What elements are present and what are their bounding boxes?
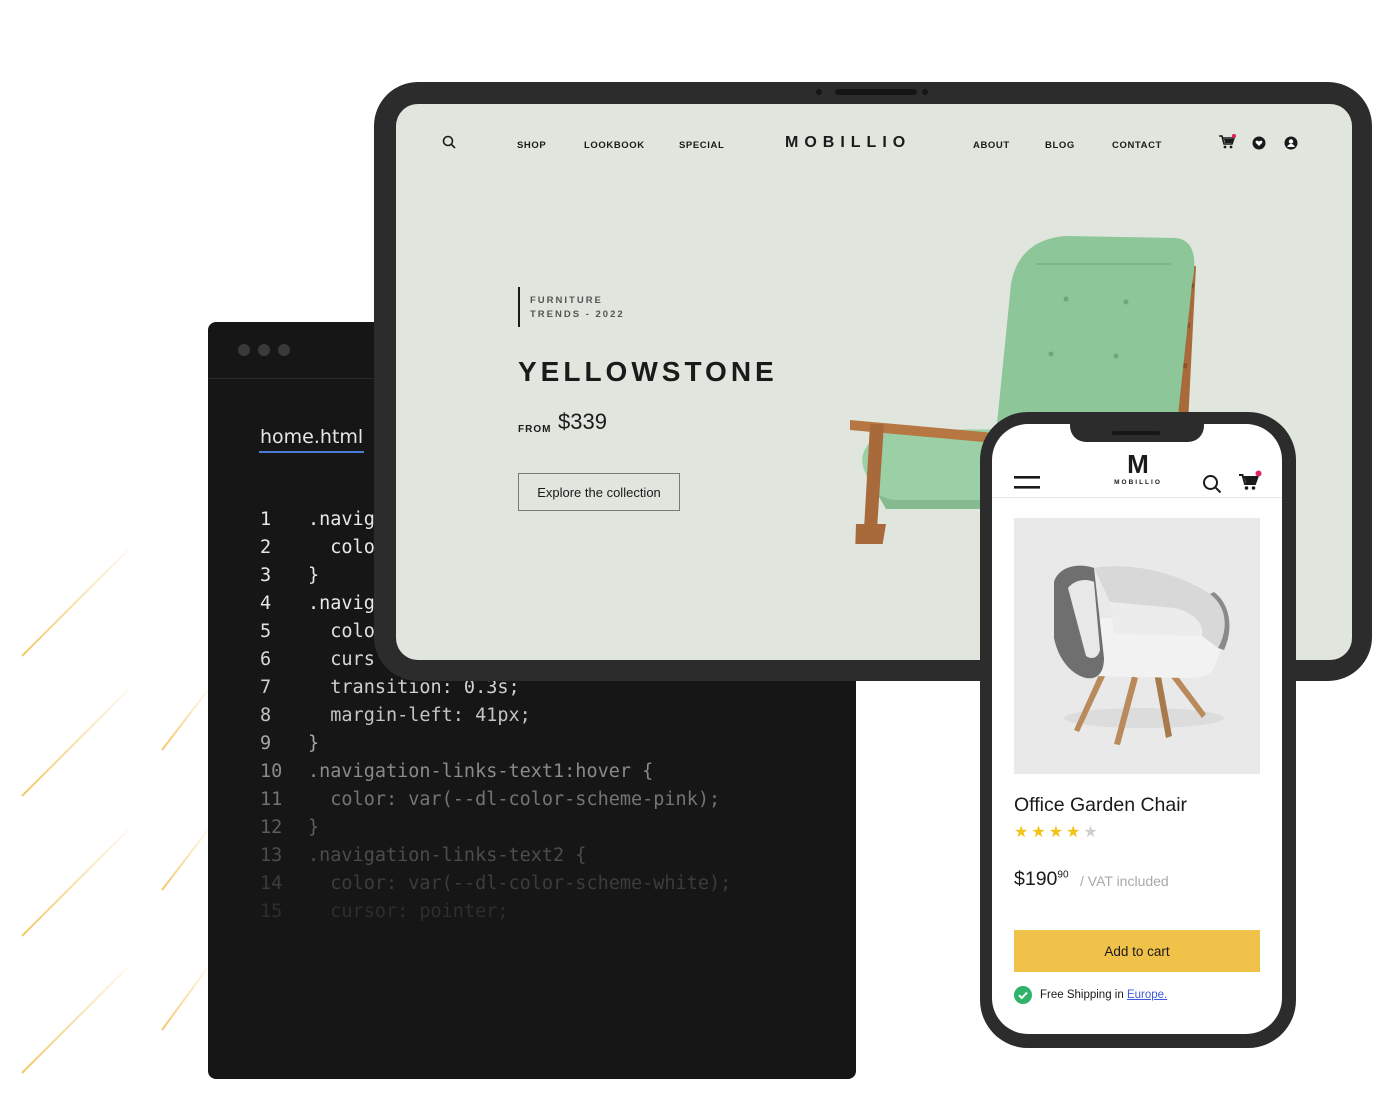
explore-collection-button[interactable]: Explore the collection (518, 473, 680, 511)
gray-armchair-image (1054, 565, 1230, 745)
product-title: Office Garden Chair (1014, 794, 1188, 816)
line-number: 10 (260, 761, 283, 782)
code-line: 9} (260, 730, 731, 758)
phone-device: M MOBILLIO Office Garden Chair ★ ★ ★ ★ ★… (980, 412, 1296, 1048)
shipping-region-link[interactable]: Europe. (1127, 989, 1167, 1001)
line-code: colo (308, 537, 375, 558)
price-cents: 90 (1057, 869, 1069, 881)
code-line: 10 .navigation-links-text1:hover { (260, 758, 731, 786)
code-line: 8 margin-left: 41px; (260, 702, 731, 730)
hero-price: $339 (558, 409, 607, 434)
line-code: cursor: pointer; (308, 901, 509, 922)
star-filled-icon: ★ (1031, 822, 1046, 841)
line-number: 9 (260, 733, 272, 754)
line-code: color: var(--dl-color-scheme-white); (308, 873, 732, 894)
line-code: } (308, 565, 320, 586)
star-filled-icon: ★ (1048, 822, 1064, 841)
star-filled-icon: ★ (1014, 822, 1029, 841)
cart-icon[interactable] (1218, 134, 1236, 150)
check-circle-icon (1014, 986, 1032, 1004)
product-rating: ★ ★ ★ ★ ★ (1014, 824, 1098, 840)
search-icon[interactable] (1202, 474, 1222, 494)
line-code: .navig (308, 593, 375, 614)
phone-logo-mark[interactable]: M (1108, 450, 1168, 478)
line-code: colo (308, 621, 375, 642)
nav-link-blog[interactable]: BLOG (1045, 140, 1075, 151)
hero-accent-bar (518, 287, 520, 327)
file-tab-home-html[interactable]: home.html (260, 426, 363, 448)
code-line: 13 .navigation-links-text2 { (260, 842, 731, 870)
line-number: 6 (260, 649, 272, 670)
line-code: margin-left: 41px; (308, 705, 531, 726)
line-code: color: var(--dl-color-scheme-pink); (308, 789, 721, 810)
hamburger-menu-icon[interactable] (1014, 476, 1040, 490)
line-number: 4 (260, 593, 272, 614)
add-to-cart-button[interactable]: Add to cart (1014, 930, 1260, 972)
heart-icon[interactable] (1252, 136, 1266, 150)
line-number: 1 (260, 509, 272, 530)
price-main: $190 (1014, 868, 1058, 890)
shipping-text: Free Shipping in (1040, 989, 1124, 1001)
vat-note: / VAT included (1080, 873, 1169, 889)
hero-from-label: FROM (518, 424, 552, 435)
tablet-speaker (835, 89, 917, 95)
window-controls (238, 344, 290, 356)
window-dot-minimize[interactable] (258, 344, 270, 356)
decorative-line-pattern (21, 489, 209, 1074)
search-icon[interactable] (442, 135, 456, 149)
line-number: 8 (260, 705, 272, 726)
tablet-sensor-right (922, 89, 928, 95)
product-price: $19090 (1014, 868, 1069, 891)
line-code: .navigation-links-text2 { (308, 845, 587, 866)
line-number: 13 (260, 845, 283, 866)
line-number: 11 (260, 789, 283, 810)
line-number: 15 (260, 901, 283, 922)
phone-notch (1070, 424, 1204, 442)
active-tab-indicator (259, 451, 364, 453)
user-account-icon[interactable] (1284, 136, 1298, 150)
line-number: 12 (260, 817, 283, 838)
code-line: 14 color: var(--dl-color-scheme-white); (260, 870, 731, 898)
line-number: 2 (260, 537, 272, 558)
brand-logo[interactable]: MOBILLIO (785, 134, 911, 152)
hero-eyebrow: FURNITURE TRENDS - 2022 (530, 294, 625, 322)
nav-link-shop[interactable]: SHOP (517, 140, 546, 151)
line-number: 5 (260, 621, 272, 642)
star-filled-icon: ★ (1066, 822, 1081, 841)
nav-link-lookbook[interactable]: LOOKBOOK (584, 140, 645, 151)
code-line: 11 color: var(--dl-color-scheme-pink); (260, 786, 731, 814)
hero-title: YELLOWSTONE (518, 356, 778, 387)
code-line: 15 cursor: pointer; (260, 898, 731, 926)
line-code: curs (308, 649, 375, 670)
nav-link-about[interactable]: ABOUT (973, 140, 1010, 151)
phone-logo-text: MOBILLIO (1114, 479, 1162, 486)
cart-icon[interactable] (1238, 470, 1262, 492)
line-code: .navigation-links-text1:hover { (308, 761, 654, 782)
nav-link-special[interactable]: SPECIAL (679, 140, 724, 151)
line-number: 3 (260, 565, 272, 586)
tablet-sensor-left (816, 89, 822, 95)
window-dot-close[interactable] (238, 344, 250, 356)
line-code: } (308, 817, 320, 838)
line-number: 7 (260, 677, 272, 698)
line-code: .navig (308, 509, 375, 530)
hero-eyebrow-line1: FURNITURE (530, 295, 603, 306)
line-code: } (308, 733, 320, 754)
phone-speaker (1112, 431, 1160, 435)
window-dot-maximize[interactable] (278, 344, 290, 356)
product-image[interactable] (1014, 518, 1260, 774)
line-number: 14 (260, 873, 283, 894)
phone-header-divider (992, 497, 1282, 498)
hero-eyebrow-line2: TRENDS - 2022 (530, 309, 625, 320)
nav-link-contact[interactable]: CONTACT (1112, 140, 1162, 151)
phone-screen: M MOBILLIO Office Garden Chair ★ ★ ★ ★ ★… (992, 424, 1282, 1034)
shipping-info: Free Shipping in Europe. (1014, 986, 1167, 1004)
code-line: 12} (260, 814, 731, 842)
star-empty-icon: ★ (1083, 822, 1098, 841)
